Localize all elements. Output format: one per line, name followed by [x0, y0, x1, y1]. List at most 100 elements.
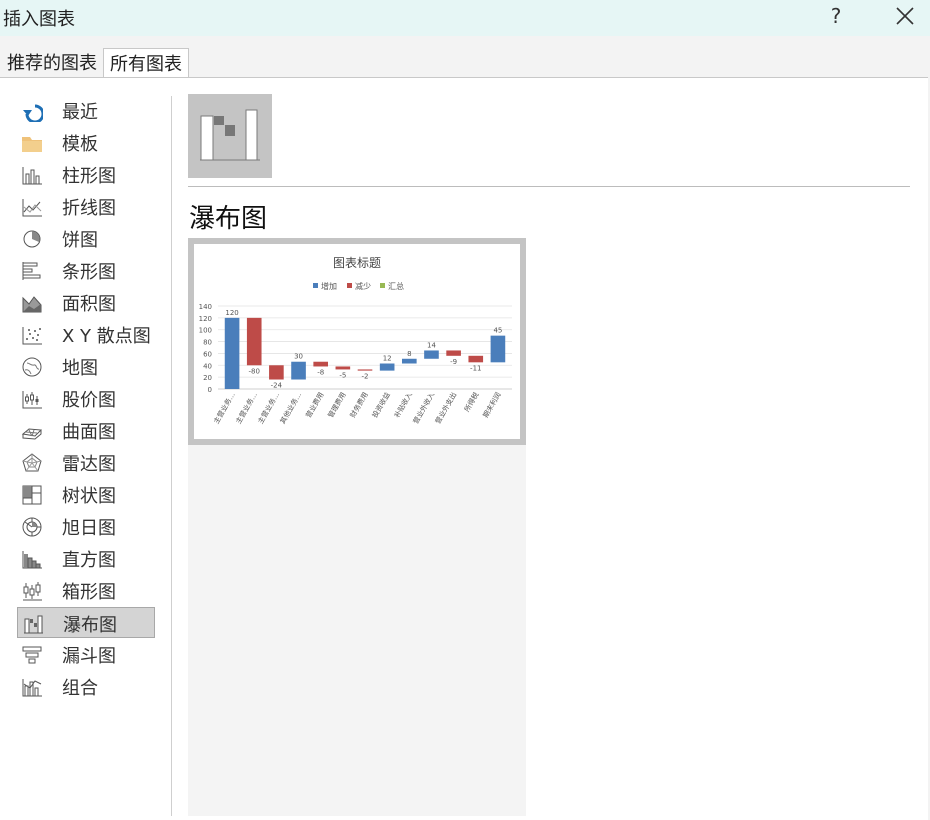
data-label: -11	[470, 364, 481, 372]
vertical-divider	[171, 96, 172, 816]
x-tick-label: 主营业务…	[234, 391, 259, 426]
x-tick-label: 营业外支出	[433, 391, 458, 426]
data-label: 8	[407, 350, 411, 358]
sidebar-item-template-folder[interactable]: 模板	[17, 127, 155, 158]
sidebar-item-area-chart[interactable]: 面积图	[17, 287, 155, 318]
area-chart-icon	[21, 292, 43, 314]
sidebar-item-stock-chart[interactable]: 股价图	[17, 383, 155, 414]
treemap-chart-icon	[21, 484, 43, 506]
y-tick-label: 140	[199, 303, 212, 311]
legend-label: 减少	[355, 281, 371, 291]
bar	[269, 365, 284, 380]
section-divider	[188, 186, 910, 187]
pie-chart-icon	[21, 228, 43, 250]
data-label: 45	[493, 327, 502, 335]
tab-recommended-charts[interactable]: 推荐的图表	[3, 48, 101, 77]
sidebar-item-label: 折线图	[62, 198, 116, 219]
legend-swatch	[380, 283, 385, 288]
y-tick-label: 80	[203, 339, 212, 347]
chart-title: 图表标题	[333, 256, 381, 270]
chart-preview[interactable]: 图表标题 增加 减少 汇总 0 20 40 60 80 100 120 140 120 主营业务… -80 主…	[188, 238, 526, 445]
bar	[424, 350, 439, 359]
x-tick-label: 营业外收入	[411, 391, 436, 426]
data-label: 12	[383, 355, 392, 363]
y-tick-label: 100	[199, 327, 212, 335]
bar	[291, 361, 306, 380]
sidebar-item-label: X Y 散点图	[62, 326, 151, 347]
close-button[interactable]	[892, 3, 918, 29]
template-folder-icon	[21, 132, 43, 154]
surface-chart-icon	[21, 420, 43, 442]
sidebar-item-scatter-chart[interactable]: X Y 散点图	[17, 319, 155, 350]
x-tick-label: 补贴收入	[392, 391, 414, 420]
sidebar-item-line-chart[interactable]: 折线图	[17, 191, 155, 222]
chart-preview-canvas: 图表标题 增加 减少 汇总 0 20 40 60 80 100 120 140 120 主营业务… -80 主…	[194, 244, 520, 439]
tab-all-charts[interactable]: 所有图表	[103, 48, 189, 78]
bar	[313, 361, 329, 367]
close-icon	[896, 7, 914, 25]
sidebar-item-label: 模板	[62, 134, 98, 155]
sidebar-item-pie-chart[interactable]: 饼图	[17, 223, 155, 254]
y-tick-label: 0	[208, 386, 212, 394]
data-label: -2	[362, 373, 369, 381]
legend-label: 增加	[321, 281, 337, 291]
chart-type-title: 瀑布图	[189, 204, 268, 234]
data-label: -9	[450, 358, 457, 366]
map-chart-icon	[21, 356, 43, 378]
sidebar-item-funnel-chart[interactable]: 漏斗图	[17, 639, 155, 670]
y-tick-label: 20	[203, 374, 212, 382]
bar	[335, 366, 351, 370]
sidebar-item-sunburst-chart[interactable]: 旭日图	[17, 511, 155, 542]
stock-chart-icon	[21, 388, 43, 410]
sidebar-item-label: 曲面图	[62, 422, 116, 443]
help-button[interactable]: ?	[826, 3, 846, 29]
sidebar-item-box-whisker-chart[interactable]: 箱形图	[17, 575, 155, 606]
sidebar-item-label: 瀑布图	[63, 615, 117, 636]
sidebar-item-map-chart[interactable]: 地图	[17, 351, 155, 382]
sidebar-item-histogram-chart[interactable]: 直方图	[17, 543, 155, 574]
chart-type-list: 最近模板柱形图折线图饼图条形图面积图 X Y 散点图地图股价图曲面图雷达图树状图旭…	[17, 95, 155, 816]
bar	[401, 358, 417, 364]
sidebar-item-recent[interactable]: 最近	[17, 95, 155, 126]
sidebar-item-combo-chart[interactable]: 组合	[17, 671, 155, 702]
legend-label: 汇总	[388, 281, 404, 291]
waterfall-subtype-thumbnail[interactable]	[188, 94, 272, 178]
x-tick-label: 投资收益	[370, 391, 392, 420]
data-label: -8	[317, 368, 324, 376]
scatter-chart-icon	[21, 324, 43, 346]
sidebar-item-label: 饼图	[62, 230, 98, 251]
y-tick-label: 120	[199, 315, 212, 323]
data-label: -24	[271, 382, 283, 390]
sidebar-item-waterfall-chart[interactable]: 瀑布图	[17, 607, 155, 638]
sidebar-item-label: 面积图	[62, 294, 116, 315]
box-whisker-chart-icon	[21, 580, 43, 602]
sidebar-item-label: 最近	[62, 102, 98, 123]
waterfall-chart-icon	[22, 613, 44, 635]
bar	[379, 363, 395, 371]
x-tick-label: 其他业务…	[278, 391, 303, 426]
sidebar-item-surface-chart[interactable]: 曲面图	[17, 415, 155, 446]
sidebar-item-label: 组合	[62, 678, 98, 699]
radar-chart-icon	[21, 452, 43, 474]
x-tick-label: 财务费用	[348, 391, 370, 420]
sidebar-item-bar-chart[interactable]: 条形图	[17, 255, 155, 286]
sidebar-item-treemap-chart[interactable]: 树状图	[17, 479, 155, 510]
sunburst-chart-icon	[21, 516, 43, 538]
sidebar-item-label: 股价图	[62, 390, 116, 411]
sidebar-item-label: 雷达图	[62, 454, 116, 475]
sidebar-item-radar-chart[interactable]: 雷达图	[17, 447, 155, 478]
y-tick-label: 40	[203, 362, 212, 370]
combo-chart-icon	[21, 676, 43, 698]
title-bar: 插入图表 ?	[0, 0, 930, 36]
data-label: 120	[225, 309, 238, 317]
bar	[224, 317, 240, 389]
waterfall-preview-chart: 图表标题增加 减少 汇总 0 20 40 60 80 100 120 140 120 主营业务… -80 主…	[199, 256, 512, 426]
recent-icon	[21, 100, 45, 124]
sidebar-item-label: 漏斗图	[62, 646, 116, 667]
sidebar-item-column-chart[interactable]: 柱形图	[17, 159, 155, 190]
bar	[490, 335, 506, 363]
sidebar-item-label: 条形图	[62, 262, 116, 283]
bar	[468, 355, 484, 363]
waterfall-thumbnail-icon	[200, 109, 260, 161]
x-tick-label: 所得税	[462, 391, 480, 414]
